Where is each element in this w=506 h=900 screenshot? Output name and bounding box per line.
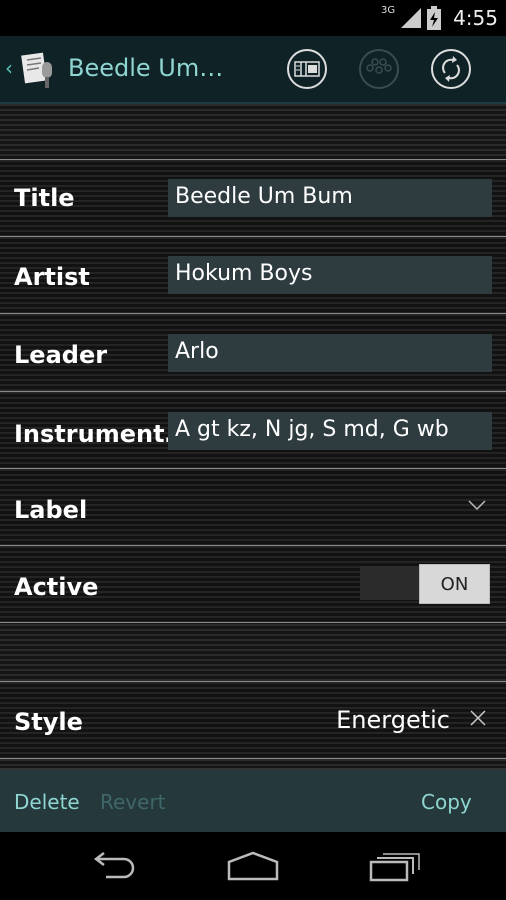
page-title: Beedle Um… [68,54,224,82]
network-type: 3G [380,4,396,16]
status-icons: 3G 4:55 [381,4,498,32]
status-bar: 3G 4:55 [0,0,506,36]
instruments-input[interactable]: A gt kz, N jg, S md, G wb [168,412,492,450]
leader-label: Leader [14,341,108,369]
edit-form: Title Beedle Um Bum Artist Hokum Boys Le… [0,104,506,768]
recent-apps-icon[interactable] [368,850,422,882]
artist-label: Artist [14,263,90,291]
battery-icon [427,6,442,30]
revert-button[interactable]: Revert [100,790,166,814]
bubbles-icon[interactable] [359,49,399,89]
signal-icon [401,8,422,28]
title-label: Title [14,184,75,212]
active-row: Active ON [0,545,506,622]
bottom-action-bar: Delete Revert Copy [0,768,506,834]
action-bar: ‹ Beedle Um… [0,36,506,104]
label-row[interactable]: Label [0,468,506,545]
label-label: Label [14,496,88,524]
leader-row: Leader Arlo [0,313,506,390]
instruments-row: Instrument… A gt kz, N jg, S md, G wb [0,391,506,468]
artist-row: Artist Hokum Boys [0,236,506,313]
leader-input[interactable]: Arlo [168,334,492,372]
title-input[interactable]: Beedle Um Bum [168,179,492,217]
close-icon[interactable] [470,710,486,726]
title-row: Title Beedle Um Bum [0,159,506,236]
home-icon[interactable] [226,850,280,882]
divider [0,622,506,623]
divider [0,758,506,759]
layout-icon[interactable] [287,49,327,89]
back-icon[interactable] [86,850,138,882]
active-toggle[interactable]: ON [360,564,490,604]
clock: 4:55 [453,6,498,30]
instruments-label: Instrument… [14,420,189,448]
toggle-off-track [360,566,420,600]
sync-icon[interactable] [431,49,471,89]
artist-input[interactable]: Hokum Boys [168,256,492,294]
style-label: Style [14,708,83,736]
app-logo-icon[interactable] [20,50,60,90]
chevron-down-icon[interactable] [468,499,486,511]
style-row[interactable]: Style Energetic [0,681,506,758]
up-chevron-icon[interactable]: ‹ [5,56,13,80]
copy-button[interactable]: Copy [421,790,472,814]
navigation-bar [0,832,506,900]
toggle-on-thumb: ON [419,564,490,604]
style-value: Energetic [336,706,450,734]
active-label: Active [14,573,99,601]
delete-button[interactable]: Delete [14,790,80,814]
